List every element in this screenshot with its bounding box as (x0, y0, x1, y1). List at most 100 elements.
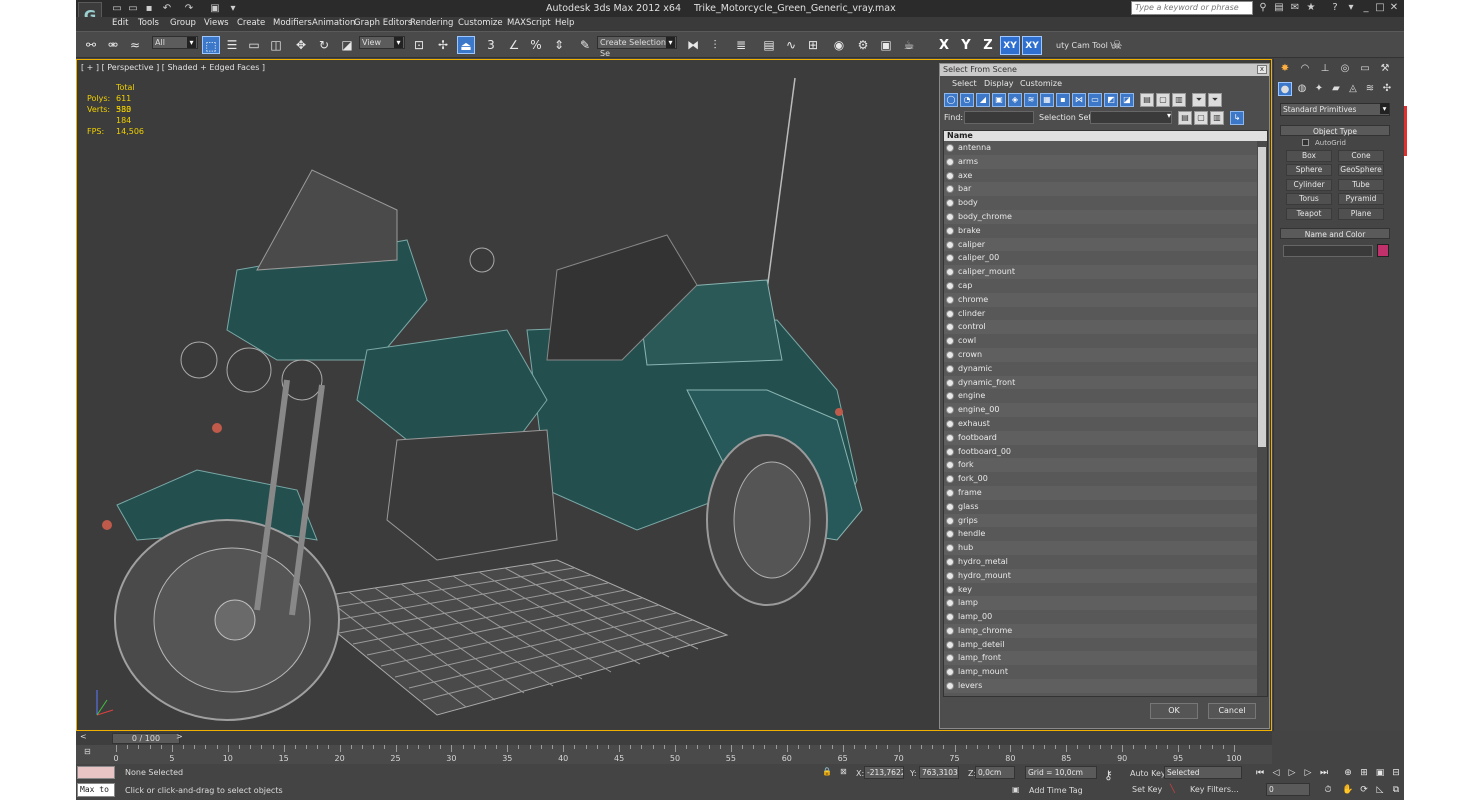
list-item[interactable]: lamp_deteil (944, 638, 1267, 652)
display-tab-icon[interactable]: ▭ (1358, 62, 1372, 76)
display-geometry-icon[interactable]: ◯ (944, 93, 958, 107)
list-item[interactable]: cowl (944, 334, 1267, 348)
communication-icon[interactable]: ✉ (1289, 2, 1301, 14)
zoom-all-icon[interactable]: ⊞ (1358, 767, 1370, 779)
torus-button[interactable]: Torus (1286, 193, 1332, 205)
list-item[interactable]: levers (944, 679, 1267, 693)
list-item[interactable]: body (944, 196, 1267, 210)
select-and-move-icon[interactable]: ✥ (292, 36, 310, 54)
layer-manager-icon[interactable]: ≣ (732, 36, 750, 54)
percent-snap-icon[interactable]: % (527, 36, 545, 54)
create-tab-icon[interactable]: ✸ (1278, 62, 1292, 76)
curve-editor-icon[interactable]: ∿ (782, 36, 800, 54)
set-key-mode-icon[interactable]: ╲ (1170, 784, 1175, 793)
list-item[interactable]: grips (944, 513, 1267, 528)
list-item[interactable]: bar (944, 182, 1267, 197)
menu-group[interactable]: Group (170, 18, 196, 28)
list-item[interactable]: key (944, 583, 1267, 597)
menu-views[interactable]: Views (204, 18, 229, 28)
filter-icon[interactable]: ⏷ (1192, 93, 1206, 107)
motion-tab-icon[interactable]: ◎ (1338, 62, 1352, 76)
find-input[interactable] (964, 111, 1034, 124)
geometry-icon[interactable]: ● (1278, 82, 1292, 96)
list-item[interactable]: lamp_front (944, 651, 1267, 666)
object-color-swatch[interactable] (1377, 244, 1389, 257)
teapot-button[interactable]: Teapot (1286, 208, 1332, 220)
render-setup-icon[interactable]: ⚙ (854, 36, 872, 54)
snaps-toggle-icon[interactable]: 3 (482, 36, 500, 54)
display-xrefs-icon[interactable]: ▪ (1056, 93, 1070, 107)
play-icon[interactable]: ▷ (1286, 767, 1298, 779)
list-item[interactable]: arms (944, 154, 1267, 169)
lights-icon[interactable]: ✦ (1312, 82, 1326, 96)
list-item[interactable]: hendle (944, 527, 1267, 541)
subscription-icon[interactable]: ▤ (1273, 2, 1285, 14)
favorites-icon[interactable]: ★ (1305, 2, 1317, 14)
list-item[interactable]: hub (944, 541, 1267, 555)
zoom-icon[interactable]: ⊕ (1342, 767, 1354, 779)
modify-tab-icon[interactable]: ◠ (1298, 62, 1312, 76)
name-and-color-rollout[interactable]: Name and Color (1280, 228, 1390, 239)
add-time-tag-button[interactable]: Add Time Tag (1029, 786, 1083, 795)
undo-icon[interactable]: ↶ (160, 2, 174, 15)
list-item[interactable]: hydro_metal (944, 555, 1267, 569)
list-item[interactable]: lamp_mount (944, 665, 1267, 679)
track-bar[interactable]: ⊟ 0 5 10 15 20 25 30 35 40 45 50 55 60 65 70 75 80 85 90 95… (76, 745, 1272, 764)
display-invert-icon[interactable]: ▥ (1172, 93, 1186, 107)
time-configuration-icon[interactable]: ⏱ (1322, 784, 1334, 796)
plane-button[interactable]: Plane (1338, 208, 1384, 220)
material-editor-icon[interactable]: ◉ (830, 36, 848, 54)
restrict-plane-cycle-button[interactable]: XY (1022, 36, 1042, 55)
dialog-title-bar[interactable]: Select From Scene x (940, 64, 1269, 76)
rectangular-selection-icon[interactable]: ▭ (245, 36, 263, 54)
display-all-icon[interactable]: ▤ (1140, 93, 1154, 107)
align-icon[interactable]: ⫶ (706, 36, 724, 54)
menu-modifiers[interactable]: Modifiers (273, 18, 312, 28)
unlink-icon[interactable]: ⚮ (104, 36, 122, 54)
select-object-icon[interactable]: ⬚ (202, 36, 220, 54)
cameras-icon[interactable]: ▰ (1329, 82, 1343, 96)
list-item[interactable]: fork_00 (944, 472, 1267, 486)
hierarchy-tab-icon[interactable]: ⊥ (1318, 62, 1332, 76)
select-invert-icon[interactable]: ▥ (1210, 111, 1224, 125)
list-item[interactable]: cap (944, 279, 1267, 293)
set-key-button[interactable]: Set Key (1132, 785, 1162, 794)
mini-curve-editor-icon[interactable]: ⊟ (84, 747, 91, 756)
list-item[interactable]: caliper_mount (944, 265, 1267, 279)
menu-rendering[interactable]: Rendering (410, 18, 453, 28)
list-item[interactable]: lamp_00 (944, 610, 1267, 624)
dialog-close-button[interactable]: x (1257, 65, 1267, 74)
help-icon[interactable]: ? (1329, 2, 1341, 14)
list-item[interactable]: exhaust (944, 417, 1267, 431)
object-type-rollout[interactable]: Object Type (1280, 125, 1390, 136)
select-and-scale-icon[interactable]: ◪ (338, 36, 356, 54)
list-item[interactable]: control (944, 320, 1267, 335)
display-bones-icon[interactable]: ⋈ (1072, 93, 1086, 107)
geosphere-button[interactable]: GeoSphere (1338, 164, 1384, 176)
primitive-category-dropdown[interactable]: Standard Primitives (1280, 103, 1390, 116)
display-hidden-icon[interactable]: ◪ (1120, 93, 1134, 107)
list-item[interactable]: footboard (944, 430, 1267, 445)
list-item[interactable]: axe (944, 169, 1267, 183)
menu-tools[interactable]: Tools (138, 18, 159, 28)
help-search-input[interactable]: Type a keyword or phrase (1131, 1, 1253, 15)
select-and-rotate-icon[interactable]: ↻ (315, 36, 333, 54)
sphere-button[interactable]: Sphere (1286, 164, 1332, 176)
display-none-icon[interactable]: ▢ (1156, 93, 1170, 107)
list-item[interactable]: footboard_00 (944, 445, 1267, 459)
cam-tool-label[interactable]: uty Cam Tool \ (1056, 41, 1113, 50)
next-frame-icon[interactable]: ▷ (1302, 767, 1314, 779)
x-coord-field[interactable]: -213,7622c (864, 766, 904, 779)
go-to-end-icon[interactable]: ⏭ (1318, 767, 1330, 779)
restrict-y-button[interactable]: Y (956, 36, 976, 55)
selection-filter-dropdown[interactable]: All (152, 36, 198, 49)
open-file-icon[interactable]: ▭ (126, 2, 140, 15)
rendered-frame-window-icon[interactable]: ▣ (877, 36, 895, 54)
list-item[interactable]: dynamic_front (944, 375, 1267, 390)
window-crossing-icon[interactable]: ◫ (267, 36, 285, 54)
menu-edit[interactable]: Edit (112, 18, 128, 28)
key-icon[interactable]: ⚷ (1104, 768, 1113, 782)
list-item[interactable]: hydro_mount (944, 568, 1267, 583)
pyramid-button[interactable]: Pyramid (1338, 193, 1384, 205)
restrict-x-button[interactable]: X (934, 36, 954, 55)
